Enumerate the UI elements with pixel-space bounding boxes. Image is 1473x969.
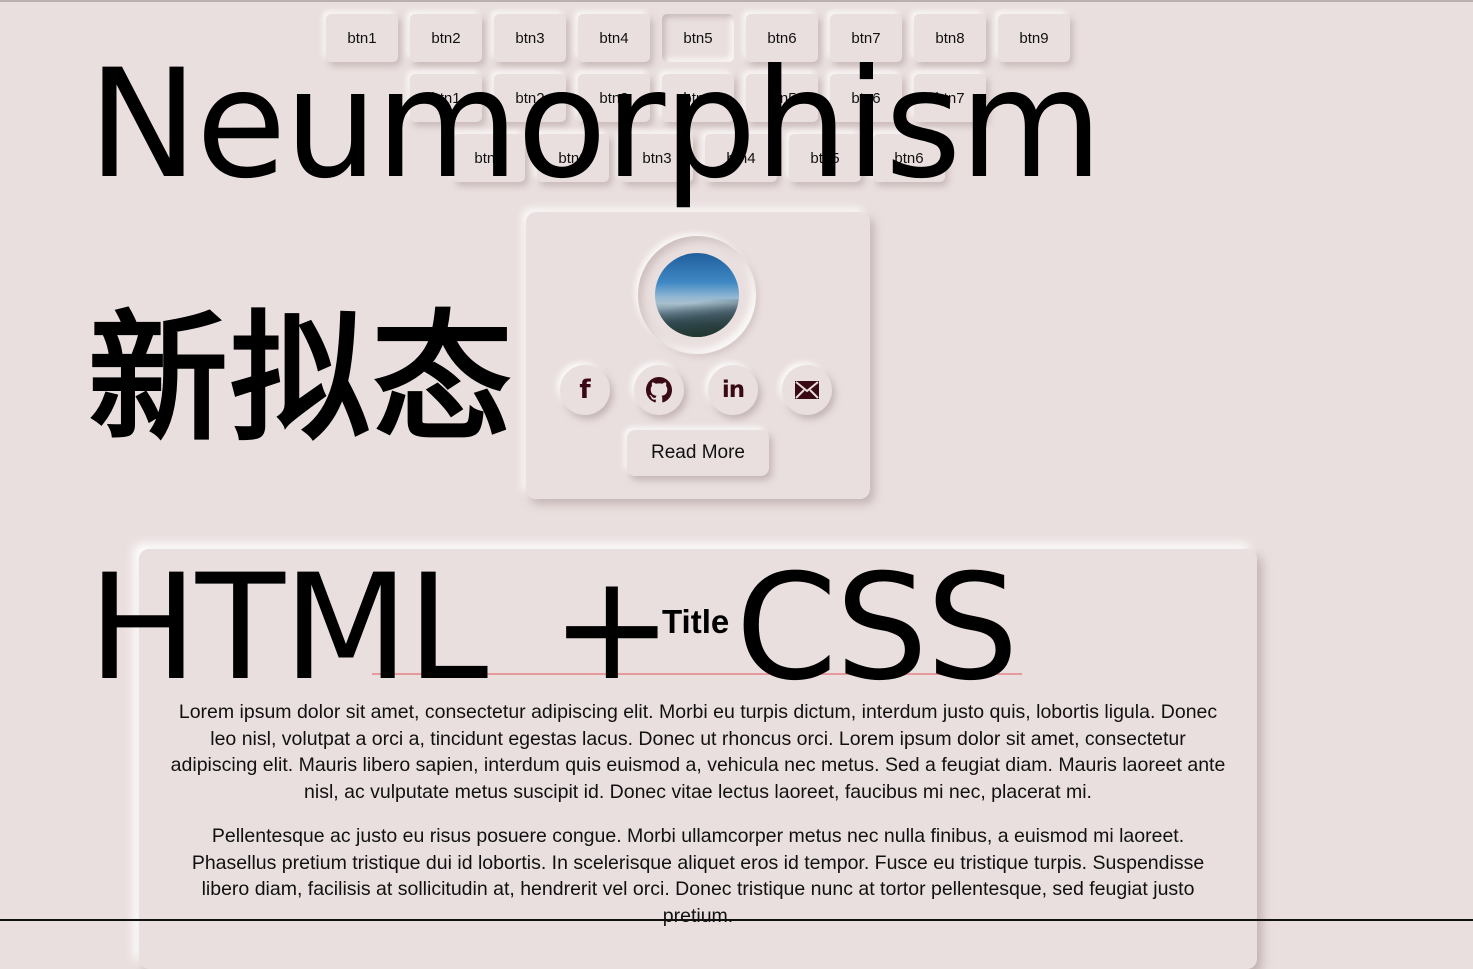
- heading-neumorphism: Neumorphism: [88, 38, 1103, 212]
- read-more-button[interactable]: Read More: [627, 430, 769, 476]
- article-paragraph-1: Lorem ipsum dolor sit amet, consectetur …: [170, 701, 1226, 803]
- heading-chinese: 新拟态: [88, 298, 515, 461]
- email-button[interactable]: [782, 365, 832, 415]
- github-icon: [646, 377, 672, 403]
- article-paragraph-2: Pellentesque ac justo eu risus posuere c…: [191, 825, 1205, 927]
- avatar-landscape-shade: [655, 299, 739, 337]
- profile-card: f in Read More: [526, 212, 870, 499]
- social-links: f in: [560, 365, 832, 415]
- avatar: [655, 253, 739, 337]
- linkedin-icon: in: [721, 377, 745, 403]
- article-title: Title: [662, 603, 730, 640]
- mail-icon: [795, 381, 819, 399]
- heading-html-css: HTML + CSS: [88, 543, 1019, 713]
- article-body: Lorem ipsum dolor sit amet, consectetur …: [167, 699, 1229, 947]
- facebook-button[interactable]: f: [560, 365, 610, 415]
- window-top-border: [0, 0, 1473, 2]
- linkedin-button[interactable]: in: [708, 365, 758, 415]
- avatar-frame: [638, 236, 756, 354]
- facebook-icon: f: [579, 375, 591, 405]
- github-button[interactable]: [634, 365, 684, 415]
